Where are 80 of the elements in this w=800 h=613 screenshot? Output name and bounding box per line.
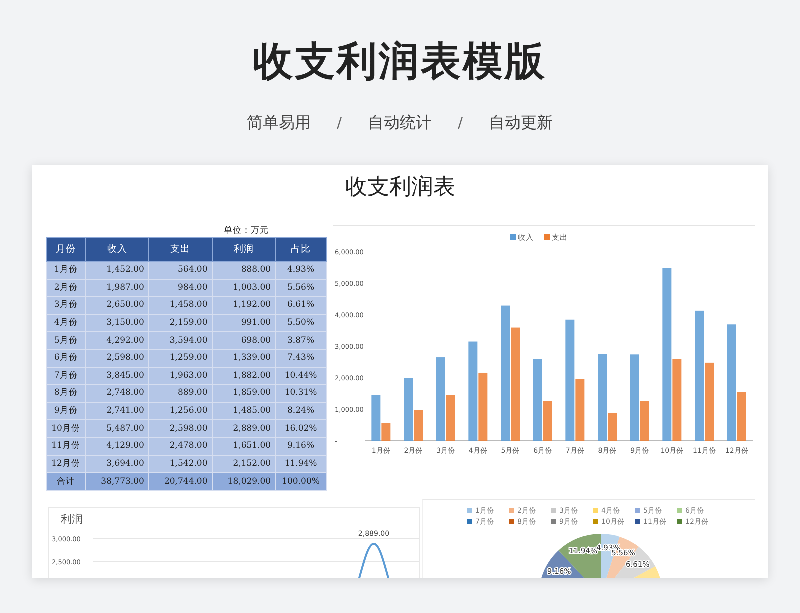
table-cell: 1,458.00 — [148, 296, 212, 314]
column-header: 收入 — [86, 238, 149, 262]
table-cell: 1月份 — [46, 262, 86, 280]
feature-tag: 自动更新 — [489, 112, 554, 134]
table-cell: 1,452.00 — [86, 262, 149, 280]
table-cell: 2,741.00 — [86, 402, 149, 420]
table-cell: 9月份 — [46, 402, 86, 420]
table-cell: 7月份 — [46, 367, 86, 385]
table-cell: 889.00 — [148, 384, 212, 402]
feature-tag: 简单易用 — [246, 112, 311, 134]
chart-title: 利润 — [61, 513, 83, 526]
table-cell: 984.00 — [148, 279, 212, 297]
table-cell: 5.50% — [276, 314, 326, 332]
page-title: 收支利润表模版 — [253, 38, 547, 86]
table-cell: 5月份 — [46, 332, 86, 350]
table-cell: 1,259.00 — [148, 349, 212, 368]
table-cell: 4月份 — [46, 314, 86, 332]
separator: / — [336, 113, 342, 134]
table-cell: 3.87% — [276, 332, 326, 350]
table-cell: 2,598.00 — [86, 349, 149, 368]
table-cell: 1,192.00 — [212, 296, 276, 314]
table-cell: 8.24% — [276, 402, 326, 420]
table-cell: 6.61% — [276, 296, 326, 314]
table-cell: 11.94% — [276, 455, 326, 473]
separator: / — [458, 113, 464, 134]
total-cell: 38,773.00 — [86, 472, 149, 491]
table-cell: 16.02% — [276, 420, 326, 438]
table-cell: 5.56% — [276, 279, 326, 297]
table-cell: 2,478.00 — [148, 437, 212, 456]
table-cell: 888.00 — [212, 262, 276, 280]
table-cell: 3,694.00 — [86, 455, 149, 473]
table-cell: 3,845.00 — [86, 367, 149, 385]
table-cell: 2月份 — [46, 279, 86, 297]
table-cell: 2,159.00 — [148, 314, 212, 332]
column-header: 占比 — [276, 238, 326, 262]
total-cell: 20,744.00 — [148, 472, 212, 491]
table-cell: 12月份 — [46, 455, 86, 473]
table-cell: 10.31% — [276, 384, 326, 402]
table-cell: 1,859.00 — [212, 384, 276, 402]
table-cell: 10月份 — [46, 420, 86, 438]
table-cell: 3月份 — [46, 296, 86, 314]
table-cell: 4.93% — [276, 262, 326, 280]
table-cell: 5,487.00 — [86, 420, 149, 438]
profit-line — [358, 543, 390, 578]
table-cell: 2,152.00 — [212, 455, 276, 473]
table-cell: 10.44% — [276, 367, 326, 385]
table-cell: 7.43% — [276, 349, 326, 368]
table-cell: 2,748.00 — [86, 384, 149, 402]
feature-tag: 自动统计 — [368, 112, 432, 134]
table-cell: 1,256.00 — [148, 402, 212, 420]
table-cell: 4,129.00 — [86, 437, 149, 456]
table-cell: 11月份 — [46, 437, 86, 456]
total-cell: 18,029.00 — [212, 472, 276, 491]
table-cell: 9.16% — [276, 437, 326, 456]
table-cell: 3,594.00 — [148, 332, 212, 350]
sheet-title: 收支利润表 — [346, 174, 456, 202]
table-cell: 6月份 — [46, 349, 86, 368]
unit-label: 单位：万元 — [224, 225, 269, 237]
table-cell: 1,542.00 — [148, 455, 212, 473]
column-header: 月份 — [46, 238, 86, 262]
column-header: 利润 — [212, 238, 276, 262]
total-cell: 100.00% — [276, 472, 326, 491]
column-header: 支出 — [148, 238, 212, 262]
table-cell: 1,651.00 — [212, 437, 276, 456]
total-cell: 合计 — [46, 472, 86, 491]
table-cell: 2,650.00 — [86, 296, 149, 314]
table-cell: 1,963.00 — [148, 367, 212, 385]
table-cell: 3,150.00 — [86, 314, 149, 332]
table-cell: 1,987.00 — [86, 279, 149, 297]
table-cell: 1,339.00 — [212, 349, 276, 368]
table-cell: 2,889.00 — [212, 420, 276, 438]
table-cell: 1,882.00 — [212, 367, 276, 385]
table-cell: 991.00 — [212, 314, 276, 332]
table-cell: 8月份 — [46, 384, 86, 402]
table-cell: 564.00 — [148, 262, 212, 280]
table-cell: 1,003.00 — [212, 279, 276, 297]
table-cell: 2,598.00 — [148, 420, 212, 438]
table-cell: 1,485.00 — [212, 402, 276, 420]
table-cell: 4,292.00 — [86, 332, 149, 350]
table-cell: 698.00 — [212, 332, 276, 350]
